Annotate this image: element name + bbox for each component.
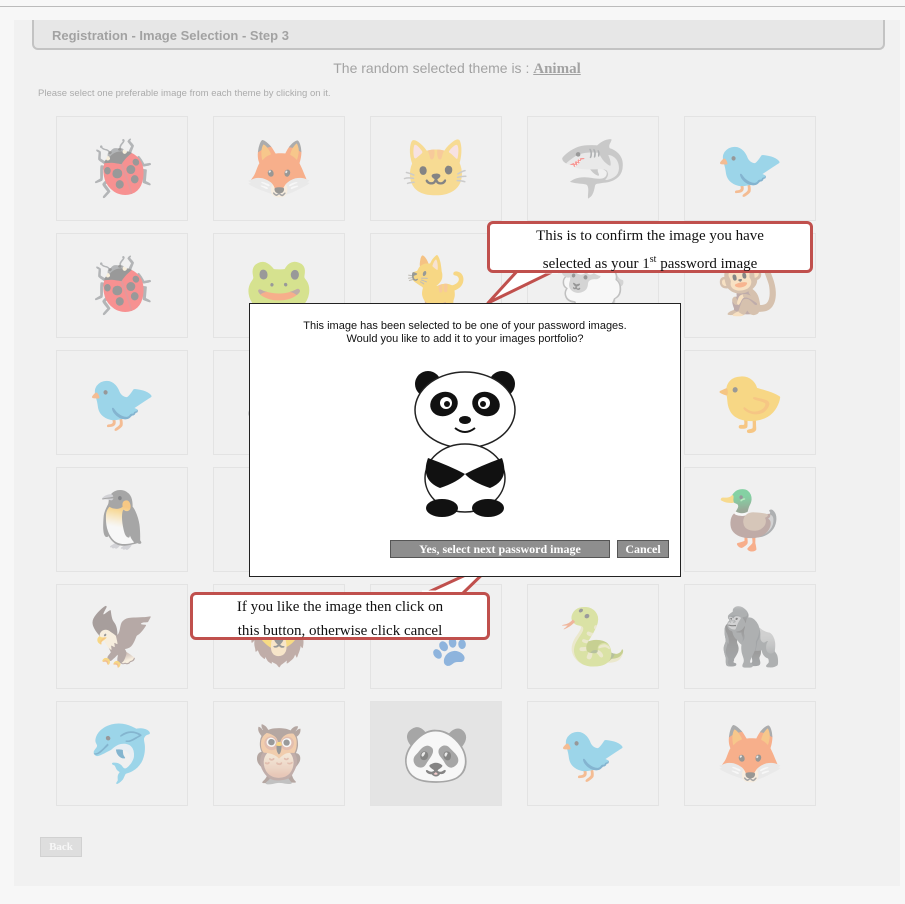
confirm-modal: This image has been selected to be one o…	[249, 303, 681, 577]
modal-message-line2: Would you like to add it to your images …	[346, 333, 584, 345]
button-callout-line1: If you like the image then click on	[236, 599, 444, 615]
modal-message-line1: This image has been selected to be one o…	[303, 320, 627, 332]
cancel-button[interactable]: Cancel	[617, 540, 669, 558]
confirm-callout-line2-pre: selected as your 1	[542, 256, 650, 272]
modal-message: This image has been selected to be one o…	[250, 320, 680, 346]
button-callout: If you like the image then click on this…	[190, 592, 490, 640]
confirm-callout-line1: This is to confirm the image you have	[536, 228, 764, 244]
panda-icon	[414, 371, 516, 517]
selected-panda-image	[400, 370, 530, 520]
confirm-callout-line2-post: password image	[656, 256, 758, 272]
yes-select-next-button[interactable]: Yes, select next password image	[390, 540, 610, 558]
button-callout-line2: this button, otherwise click cancel	[237, 623, 443, 639]
confirm-callout: This is to confirm the image you have se…	[487, 221, 813, 273]
confirm-callout-line2: selected as your 1st password image	[490, 248, 810, 276]
